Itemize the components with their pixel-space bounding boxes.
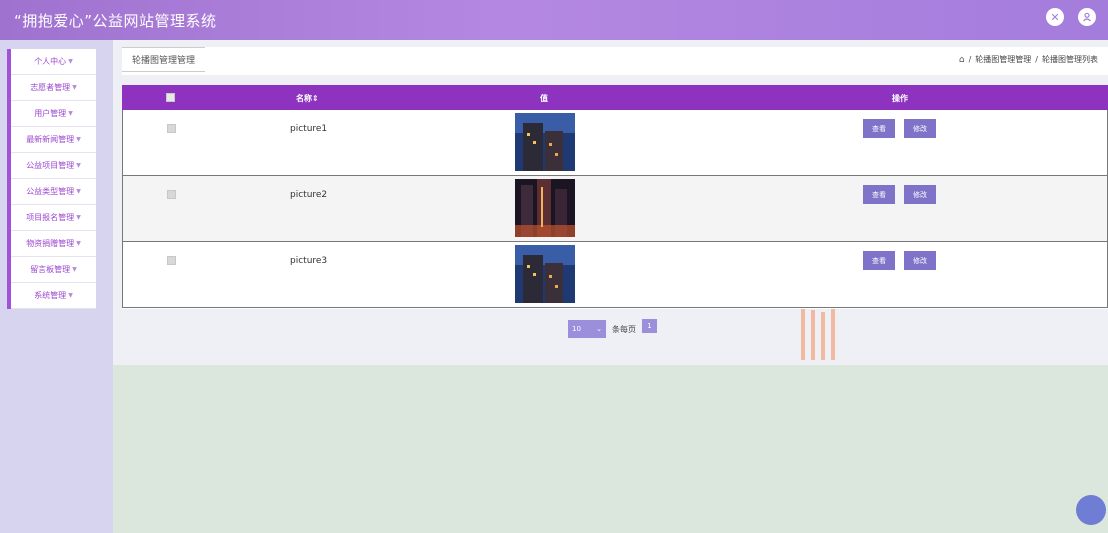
floating-chat-bubble[interactable] — [1076, 495, 1106, 525]
chevron-down-icon: ▼ — [76, 188, 81, 195]
chevron-down-icon: ▼ — [68, 58, 73, 65]
chevron-down-icon: ▼ — [76, 240, 81, 247]
tab-carousel-management[interactable]: 轮播图管理管理 — [122, 47, 206, 72]
lower-background — [113, 365, 1108, 533]
edit-button[interactable]: 修改 — [904, 185, 936, 204]
sidebar-item-donations[interactable]: 物资捐赠管理 ▼ — [11, 231, 96, 257]
user-icon[interactable] — [1078, 8, 1096, 26]
page-size-select[interactable]: 10 ⌄ — [568, 320, 606, 338]
sidebar-item-users[interactable]: 用户管理 ▼ — [11, 101, 96, 127]
column-header-value: 值 — [540, 94, 548, 103]
view-button[interactable]: 查看 — [863, 119, 895, 138]
select-all-checkbox[interactable] — [166, 93, 175, 102]
top-bar: “拥抱爱心”公益网站管理系统 ✕ — [0, 0, 1108, 40]
carousel-image-thumbnail — [515, 113, 575, 171]
breadcrumb: ⌂ / 轮播图管理管理 / 轮播图管理列表 — [958, 54, 1098, 65]
breadcrumb-level2: 轮播图管理列表 — [1042, 55, 1098, 64]
row-name: picture2 — [290, 190, 328, 200]
view-button[interactable]: 查看 — [863, 185, 895, 204]
table-header: 名称⇕ 值 操作 — [122, 85, 1108, 110]
chevron-down-icon: ▼ — [68, 292, 73, 299]
sidebar-item-system[interactable]: 系统管理 ▼ — [11, 283, 96, 309]
edit-button[interactable]: 修改 — [904, 119, 936, 138]
sidebar: 个人中心 ▼ 志愿者管理 ▼ 用户管理 ▼ 最新新闻管理 ▼ 公益项目管理 ▼ 公益类型管… — [7, 49, 96, 309]
carousel-image-thumbnail — [515, 245, 575, 303]
row-name: picture1 — [290, 124, 328, 134]
carousel-image-thumbnail — [515, 179, 575, 237]
carousel-table: 名称⇕ 值 操作 picture1 查看 修改 picture2 查看 修改 p… — [122, 85, 1108, 309]
sidebar-item-personal-center[interactable]: 个人中心 ▼ — [11, 49, 96, 75]
decor-bar — [821, 312, 825, 360]
chevron-down-icon: ▼ — [76, 136, 81, 143]
decor-bar — [801, 308, 805, 360]
table-row: picture3 查看 修改 — [122, 242, 1108, 308]
fullscreen-icon[interactable]: ✕ — [1046, 8, 1064, 26]
row-checkbox[interactable] — [167, 190, 176, 199]
column-header-actions: 操作 — [892, 94, 908, 103]
table-row: picture1 查看 修改 — [122, 110, 1108, 176]
top-icons: ✕ — [1046, 8, 1096, 26]
chevron-down-icon: ▼ — [72, 84, 77, 91]
decor-bar — [831, 308, 835, 360]
pagination: 10 ⌄ 条每页 1 — [568, 319, 657, 338]
table-row: picture2 查看 修改 — [122, 176, 1108, 242]
breadcrumb-level1[interactable]: 轮播图管理管理 — [975, 54, 1031, 65]
page-number-button[interactable]: 1 — [642, 319, 657, 333]
per-page-label: 条每页 — [612, 324, 636, 334]
row-checkbox[interactable] — [167, 124, 176, 133]
app-title: “拥抱爱心”公益网站管理系统 — [14, 11, 217, 30]
chevron-down-icon: ▼ — [76, 162, 81, 169]
chevron-down-icon: ▼ — [76, 214, 81, 221]
row-name: picture3 — [290, 256, 328, 266]
sidebar-item-types[interactable]: 公益类型管理 ▼ — [11, 179, 96, 205]
chevron-down-icon: ⌄ — [596, 325, 602, 333]
column-header-name[interactable]: 名称⇕ — [296, 93, 319, 104]
view-button[interactable]: 查看 — [863, 251, 895, 270]
tab-bar: 轮播图管理管理 ⌂ / 轮播图管理管理 / 轮播图管理列表 — [122, 47, 1108, 75]
decor-bar — [811, 310, 815, 360]
sidebar-item-volunteer[interactable]: 志愿者管理 ▼ — [11, 75, 96, 101]
chevron-down-icon: ▼ — [68, 110, 73, 117]
sidebar-item-projects[interactable]: 公益项目管理 ▼ — [11, 153, 96, 179]
row-checkbox[interactable] — [167, 256, 176, 265]
sidebar-item-messages[interactable]: 留言板管理 ▼ — [11, 257, 96, 283]
edit-button[interactable]: 修改 — [904, 251, 936, 270]
sidebar-item-registration[interactable]: 项目报名管理 ▼ — [11, 205, 96, 231]
sidebar-item-news[interactable]: 最新新闻管理 ▼ — [11, 127, 96, 153]
chevron-down-icon: ▼ — [72, 266, 77, 273]
home-icon[interactable]: ⌂ — [959, 55, 965, 65]
